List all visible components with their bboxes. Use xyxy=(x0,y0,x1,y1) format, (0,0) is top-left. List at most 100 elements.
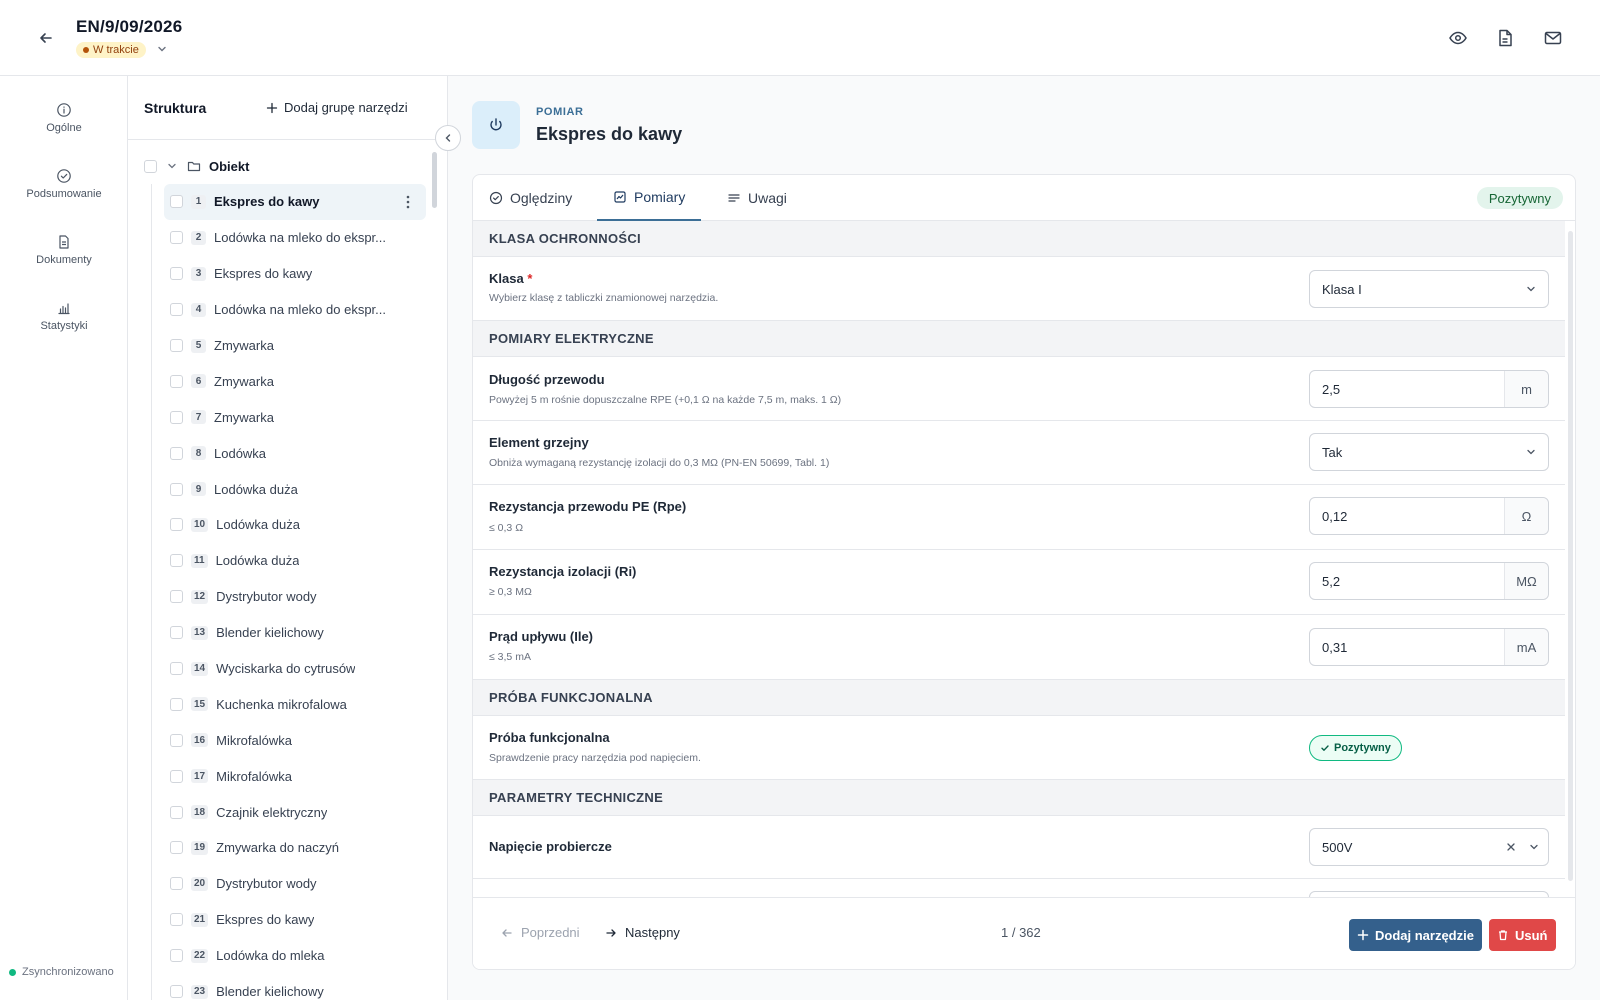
item-checkbox[interactable] xyxy=(170,195,183,209)
section-header-technical: PARAMETRY TECHNICZNE xyxy=(473,780,1565,816)
next-button[interactable]: Następny xyxy=(605,925,680,940)
tree-item[interactable]: 20 Dystrybutor wody xyxy=(164,866,426,902)
test-voltage-select[interactable]: 500V xyxy=(1309,828,1549,866)
tree-item[interactable]: 11 Lodówka duża xyxy=(164,543,426,579)
tree-item[interactable]: 15 Kuchenka mikrofalowa xyxy=(164,686,426,722)
tree-item[interactable]: 7 Zmywarka xyxy=(164,399,426,435)
card-footer: Poprzedni Następny 1 / 362 Dodaj narzędz… xyxy=(473,897,1575,969)
heating-select[interactable]: Tak xyxy=(1309,433,1549,471)
tree-item[interactable]: 8 Lodówka xyxy=(164,435,426,471)
row-cable-length: Długość przewodu Powyżej 5 m rośnie dopu… xyxy=(473,357,1565,421)
item-checkbox[interactable] xyxy=(170,267,183,281)
tree-item[interactable]: 5 Zmywarka xyxy=(164,328,426,364)
item-checkbox[interactable] xyxy=(170,949,183,963)
item-checkbox[interactable] xyxy=(170,231,183,245)
test-voltage-label: Napięcie probiercze xyxy=(489,839,612,854)
cable-length-input[interactable]: 2,5 m xyxy=(1309,370,1549,408)
tree-item[interactable]: 12 Dystrybutor wody xyxy=(164,579,426,615)
item-checkbox[interactable] xyxy=(170,446,183,460)
tree-item[interactable]: 19 Zmywarka do naczyń xyxy=(164,830,426,866)
tree-item[interactable]: 14 Wyciskarka do cytrusów xyxy=(164,651,426,687)
item-checkbox[interactable] xyxy=(170,626,183,640)
rail-item-stats[interactable]: Statystyki xyxy=(0,300,128,332)
item-checkbox[interactable] xyxy=(170,662,183,676)
item-checkbox[interactable] xyxy=(170,374,183,388)
ri-input[interactable]: 5,2 MΩ xyxy=(1309,562,1549,600)
previous-label: Poprzedni xyxy=(521,925,580,940)
tree-root-node[interactable]: Obiekt xyxy=(144,154,249,178)
tree-item[interactable]: 3 Ekspres do kawy xyxy=(164,256,426,292)
trash-icon xyxy=(1499,930,1507,941)
item-label: Ekspres do kawy xyxy=(214,266,313,282)
tree-item[interactable]: 4 Lodówka na mleko do ekspr... xyxy=(164,292,426,328)
file-icon[interactable] xyxy=(1494,27,1516,49)
delete-button[interactable]: Usuń xyxy=(1489,919,1556,951)
back-arrow-icon[interactable] xyxy=(34,26,58,50)
tab-notes[interactable]: Uwagi xyxy=(727,175,787,221)
rail-item-general[interactable]: Ogólne xyxy=(0,102,128,134)
item-number: 14 xyxy=(191,661,209,676)
tab-measurements[interactable]: Pomiary xyxy=(597,175,702,221)
item-checkbox[interactable] xyxy=(170,697,183,711)
structure-panel: Struktura Dodaj grupę narzędzi Obiekt 1E… xyxy=(128,76,448,1000)
clear-icon[interactable] xyxy=(1502,841,1520,853)
previous-button[interactable]: Poprzedni xyxy=(501,925,580,940)
item-number: 20 xyxy=(191,876,209,891)
item-checkbox[interactable] xyxy=(170,339,183,352)
tree-item[interactable]: 9 Lodówka duża xyxy=(164,471,426,507)
tab-inspection[interactable]: Oględziny xyxy=(489,175,572,221)
eye-icon[interactable] xyxy=(1447,27,1469,49)
add-tool-button[interactable]: Dodaj narzędzie xyxy=(1349,919,1482,951)
item-label: Zmywarka xyxy=(214,338,274,353)
tree-item[interactable]: 18 Czajnik elektryczny xyxy=(164,794,426,830)
item-checkbox[interactable] xyxy=(170,769,183,783)
tree-item[interactable]: 23 Blender kielichowy xyxy=(164,974,426,1000)
tree-item[interactable]: 1 Ekspres do kawy xyxy=(164,184,426,220)
kebab-menu-icon[interactable] xyxy=(400,193,416,211)
top-bar: EN/9/09/2026 W trakcie xyxy=(0,0,1600,76)
mail-icon[interactable] xyxy=(1542,27,1564,49)
rpe-input[interactable]: 0,12 Ω xyxy=(1309,497,1549,535)
row-class: Klasa * Wybierz klasę z tabliczki znamio… xyxy=(473,257,1565,321)
item-checkbox[interactable] xyxy=(170,805,183,819)
item-checkbox[interactable] xyxy=(170,554,183,568)
item-checkbox[interactable] xyxy=(170,303,183,317)
tree-item[interactable]: 22 Lodówka do mleka xyxy=(164,938,426,974)
tree-scrollbar[interactable] xyxy=(432,152,437,208)
chevron-left-icon xyxy=(445,134,451,142)
item-checkbox[interactable] xyxy=(170,482,183,496)
rail-item-documents[interactable]: Dokumenty xyxy=(0,234,128,266)
item-checkbox[interactable] xyxy=(170,985,183,999)
result-badge: Pozytywny xyxy=(1476,187,1563,209)
tree-item[interactable]: 16 Mikrofalówka xyxy=(164,722,426,758)
status-badge[interactable]: W trakcie xyxy=(76,42,146,58)
root-checkbox[interactable] xyxy=(144,159,157,173)
tree-item[interactable]: 17 Mikrofalówka xyxy=(164,758,426,794)
item-checkbox[interactable] xyxy=(170,841,183,855)
item-checkbox[interactable] xyxy=(170,877,183,891)
ile-input[interactable]: 0,31 mA xyxy=(1309,628,1549,666)
rail-item-label: Podsumowanie xyxy=(26,188,102,200)
item-checkbox[interactable] xyxy=(170,913,183,927)
collapse-panel-button[interactable] xyxy=(435,125,461,151)
item-number: 16 xyxy=(191,733,209,748)
item-checkbox[interactable] xyxy=(170,590,183,604)
tree-item[interactable]: 6 Zmywarka xyxy=(164,363,426,399)
add-tool-group-button[interactable]: Dodaj grupę narzędzi xyxy=(266,100,408,115)
functional-result-toggle[interactable]: Pozytywny xyxy=(1309,735,1402,761)
tree-item[interactable]: 10 Lodówka duża xyxy=(164,507,426,543)
tree-item[interactable]: 2 Lodówka na mleko do ekspr... xyxy=(164,220,426,256)
item-checkbox[interactable] xyxy=(170,410,183,424)
form-scrollbar[interactable] xyxy=(1568,231,1573,881)
class-select[interactable]: Klasa I xyxy=(1309,270,1549,308)
unit-label: m xyxy=(1504,371,1548,407)
tree-item[interactable]: 21 Ekspres do kawy xyxy=(164,902,426,938)
chevron-down-icon[interactable] xyxy=(165,159,179,173)
add-group-label: Dodaj grupę narzędzi xyxy=(284,100,408,115)
functional-label: Próba funkcjonalna xyxy=(489,730,610,745)
tree-item[interactable]: 13 Blender kielichowy xyxy=(164,615,426,651)
chevron-down-icon[interactable] xyxy=(156,42,172,58)
item-checkbox[interactable] xyxy=(170,733,183,747)
rail-item-summary[interactable]: Podsumowanie xyxy=(0,168,128,200)
item-checkbox[interactable] xyxy=(170,518,183,532)
